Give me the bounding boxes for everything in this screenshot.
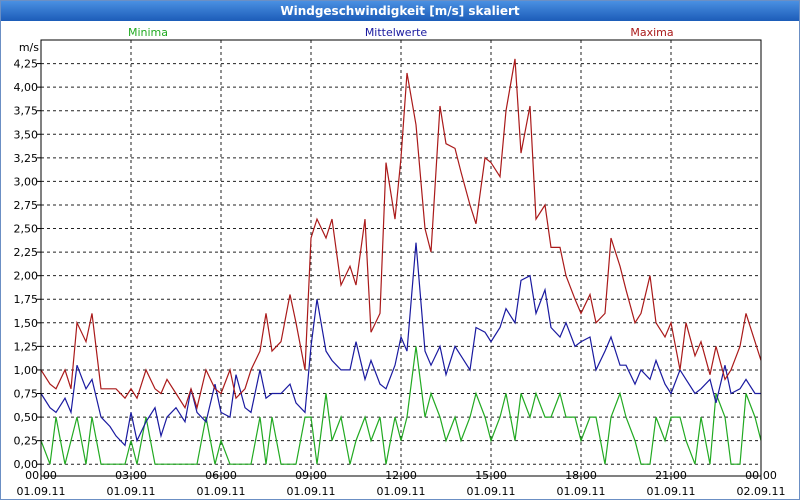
- legend-entry-mittelwerte: Mittelwerte: [365, 26, 428, 39]
- y-tick-label: 3,25: [14, 152, 39, 165]
- y-tick-label: 3,75: [14, 105, 39, 118]
- x-tick-date: 01.09.11: [197, 485, 246, 498]
- x-tick-date: 01.09.11: [467, 485, 516, 498]
- grid-lines: [37, 40, 762, 480]
- x-tick-date: 02.09.11: [737, 485, 786, 498]
- y-axis-labels: 0,000,250,500,751,001,251,501,752,002,25…: [14, 58, 39, 472]
- y-tick-label: 4,00: [14, 81, 39, 94]
- y-tick-label: 2,25: [14, 246, 39, 259]
- window-title: Windgeschwindigkeit [m/s] skaliert: [1, 1, 799, 21]
- legend-entry-maxima: Maxima: [630, 26, 673, 39]
- y-tick-label: 1,50: [14, 317, 39, 330]
- y-tick-label: 3,50: [14, 128, 39, 141]
- chart-window: Windgeschwindigkeit [m/s] skaliert 0,00 0…: [0, 0, 800, 500]
- y-tick-label: 0,75: [14, 388, 39, 401]
- y-tick-label: 2,00: [14, 270, 39, 283]
- y-tick-label: 1,75: [14, 293, 39, 306]
- x-tick-date: 01.09.11: [377, 485, 426, 498]
- y-tick-label: 1,00: [14, 364, 39, 377]
- y-tick-label: 3,00: [14, 175, 39, 188]
- x-tick-date: 01.09.11: [557, 485, 606, 498]
- legend-entry-minima: Minima: [128, 26, 168, 39]
- y-tick-label: 4,25: [14, 58, 39, 71]
- x-tick-date: 01.09.11: [647, 485, 696, 498]
- y-axis-unit-label: m/s: [19, 41, 39, 54]
- x-tick-date: 01.09.11: [287, 485, 336, 498]
- y-tick-label: 0,50: [14, 411, 39, 424]
- y-tick-label: 1,25: [14, 340, 39, 353]
- y-tick-label: 2,50: [14, 223, 39, 236]
- x-axis-labels: 00:0001.09.1103:0001.09.1106:0001.09.110…: [17, 469, 786, 498]
- y-tick-label: 2,75: [14, 199, 39, 212]
- line-chart: 0,000,250,500,751,001,251,501,752,002,25…: [14, 26, 786, 498]
- legend: Minima Mittelwerte Maxima: [128, 26, 674, 39]
- x-tick-date: 01.09.11: [17, 485, 66, 498]
- x-tick-date: 01.09.11: [107, 485, 156, 498]
- y-tick-label: 0,25: [14, 435, 39, 448]
